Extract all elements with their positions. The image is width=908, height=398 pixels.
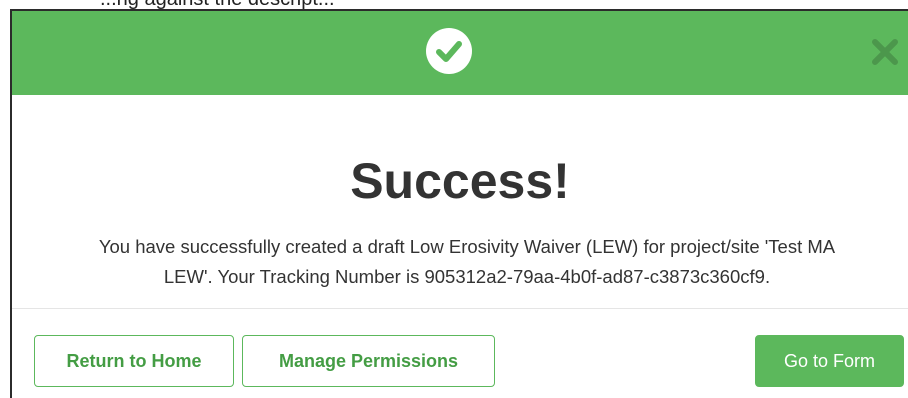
return-to-home-button[interactable]: Return to Home bbox=[34, 335, 234, 387]
success-title: Success! bbox=[350, 153, 570, 209]
go-to-form-button[interactable]: Go to Form bbox=[755, 335, 904, 387]
message-line-1: You have successfully created a draft Lo… bbox=[98, 236, 836, 257]
footer-divider bbox=[12, 308, 908, 309]
message-line-2: LEW'. Your Tracking Number is 905312a2-7… bbox=[163, 266, 771, 287]
manage-permissions-button[interactable]: Manage Permissions bbox=[242, 335, 495, 387]
success-modal: Success! You have successfully created a… bbox=[10, 9, 908, 398]
check-circle-icon bbox=[426, 28, 472, 74]
modal-header bbox=[12, 11, 908, 95]
close-icon[interactable] bbox=[868, 35, 902, 69]
success-message: You have successfully created a draft Lo… bbox=[32, 232, 902, 292]
